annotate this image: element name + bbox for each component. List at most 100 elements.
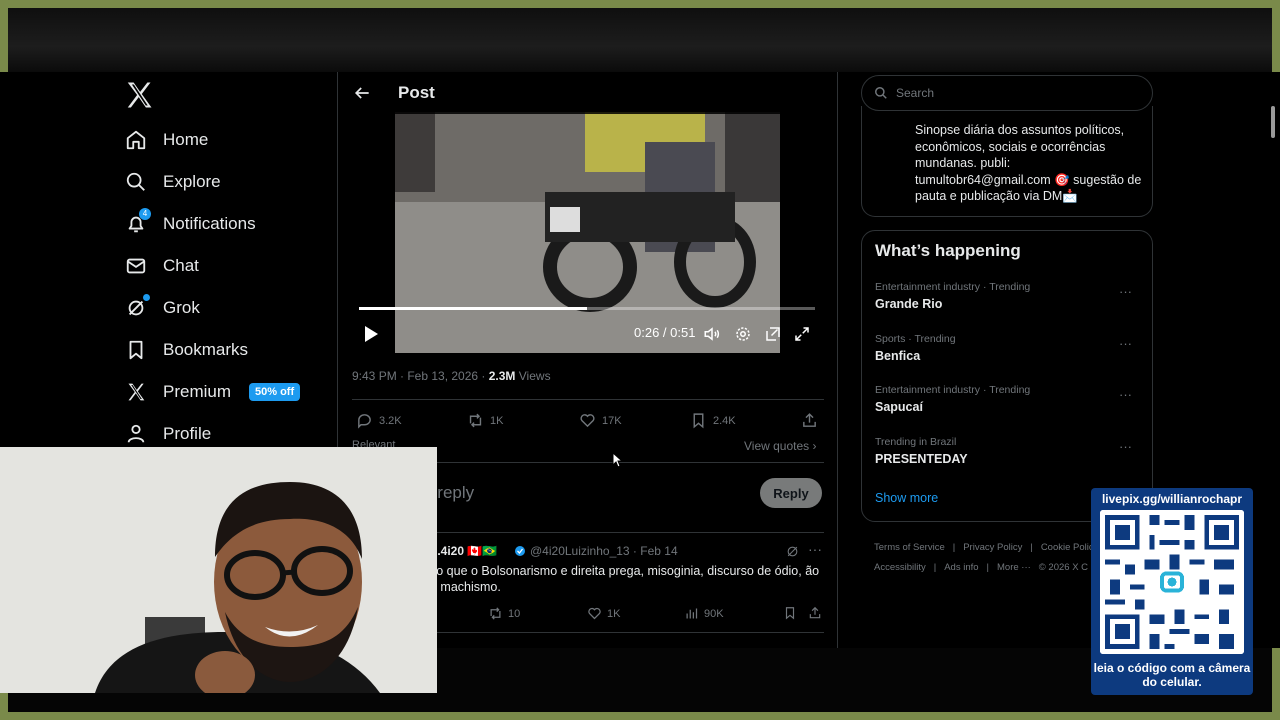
nav-label-home: Home [163,130,209,149]
footer-link[interactable]: Cookie Polic [1041,542,1094,553]
qr-caption: leia o código com a câmera do celular. [1093,661,1251,689]
show-more-link[interactable]: Show more [875,491,938,505]
nav-label-premium: Premium [163,382,232,401]
nav-item-bookmarks[interactable]: Bookmarks [120,330,248,370]
reply-views-action[interactable]: 90K [684,606,724,621]
more-options-icon[interactable]: ··· [1119,336,1132,351]
nav-label-chat: Chat [163,256,199,275]
trend-name: Sapucaí [875,400,923,414]
trend-category: Entertainment industry · Trending [875,384,1031,396]
video-player[interactable]: 0:26 / 0:51 [351,112,823,353]
reply-repost-action[interactable]: 10 [488,606,520,621]
reply-bubble-icon [358,414,371,429]
trend-name: PRESENTEDAY [875,452,968,466]
back-arrow-icon[interactable] [352,83,372,103]
x-logo-icon[interactable] [124,80,154,110]
bookmark-action[interactable]: 2.4K [690,412,736,429]
mail-icon [123,253,149,279]
fullscreen-icon[interactable] [793,325,811,343]
whats-happening-title: What’s happening [875,241,1021,260]
post-time: 9:43 PM · Feb 13, 2026 · [352,369,489,383]
trend-category: Sports · Trending [875,333,956,345]
heart-icon [580,414,595,428]
footer-link[interactable]: Privacy Policy [963,542,1022,553]
qr-code-overlay: livepix.gg/willianrochapr leia o código … [1091,488,1253,695]
grok-icon [123,294,150,321]
nav-label-bookmarks: Bookmarks [163,340,249,359]
grok-icon[interactable] [786,545,799,558]
webcam-person-image [0,447,437,693]
trend-item[interactable]: Entertainment industry · Trending Sapuca… [875,384,1140,428]
search-box[interactable] [861,75,1153,111]
repost-action[interactable]: 1K [467,412,503,429]
repost-icon [490,607,501,620]
more-options-icon[interactable]: ··· [1119,439,1132,454]
search-input[interactable] [894,85,1138,101]
reply-like-count: 1K [607,607,621,620]
reply-bookmark-action[interactable] [783,606,802,620]
nav-item-explore[interactable]: Explore [120,162,221,202]
whats-happening-card: What’s happening Entertainment industry … [861,230,1153,522]
trend-item[interactable]: Entertainment industry · Trending Grande… [875,281,1140,325]
footer-separator: | [1030,542,1033,553]
grok-new-dot [143,294,150,301]
search-icon [123,169,149,195]
share-icon [803,413,816,427]
divider [352,399,824,400]
more-options-icon[interactable]: ··· [808,541,822,557]
footer-link[interactable]: More ··· [997,562,1031,573]
trend-item[interactable]: Trending in Brazil PRESENTEDAY ··· [875,436,1140,480]
video-frame [395,112,780,353]
trend-item[interactable]: Sports · Trending Benfica ··· [875,333,1140,377]
trend-name: Grande Rio [875,297,943,311]
share-action[interactable] [801,412,824,429]
reply-author-name[interactable]: o.4i20 🇨🇦🇧🇷 [430,544,497,558]
footer-separator: | [952,542,956,553]
reply-text: so que o Bolsonarismo e direita prega, m… [430,564,820,594]
footer-separator: | [933,562,937,573]
reply-like-action[interactable]: 1K [587,606,620,621]
footer-link[interactable]: Terms of Service [874,542,945,553]
footer-copyright: © 2026 X C [1038,562,1089,573]
reply-action[interactable]: 3.2K [356,412,402,429]
nav-item-chat[interactable]: Chat [120,246,199,286]
footer-separator: | [986,562,990,573]
more-options-icon[interactable]: ··· [1119,284,1132,299]
reply-share-action[interactable] [808,606,827,620]
qr-url: livepix.gg/willianrochapr [1101,492,1243,506]
nav-item-premium[interactable]: Premium 50% off [120,372,301,412]
bookmark-icon [693,413,704,429]
premium-discount-badge: 50% off [249,383,301,401]
repost-count: 1K [490,414,504,427]
heart-icon [588,607,601,620]
nav-item-home[interactable]: Home [120,120,208,160]
video-progress-fill [359,307,587,310]
video-progress-bar[interactable] [359,307,815,310]
stream-top-band [8,8,1272,72]
like-count: 17K [602,414,622,427]
footer-link[interactable]: Ads info [944,562,978,573]
like-action[interactable]: 17K [579,412,622,429]
footer-links: Terms of Service | Privacy Policy | Cookie P… [874,538,1104,578]
trend-category: Trending in Brazil [875,436,957,448]
nav-item-grok[interactable]: Grok [120,288,200,328]
post-timestamp: 9:43 PM · Feb 13, 2026 · 2.3M Views [352,369,551,383]
footer-link[interactable]: Accessibility [874,562,926,573]
picture-in-picture-icon[interactable] [764,325,782,343]
trend-name: Benfica [875,349,921,363]
view-quotes-link[interactable]: View quotes › [744,439,817,453]
reply-button[interactable]: Reply [760,478,822,508]
scrollbar-thumb[interactable] [1271,106,1275,138]
bookmark-icon [123,337,149,363]
nav-label-notifications: Notifications [163,214,256,233]
play-icon[interactable] [363,325,379,343]
volume-icon[interactable] [703,325,721,343]
nav-item-notifications[interactable]: 4 Notifications [120,204,256,244]
nav-label-explore: Explore [163,172,221,191]
trend-category: Entertainment industry · Trending [875,281,1031,293]
more-options-icon[interactable]: ··· [1119,387,1132,402]
scrollbar[interactable] [1269,72,1277,648]
webcam-overlay [0,447,437,693]
post-views-label: Views [515,369,551,383]
settings-gear-icon[interactable] [734,325,752,343]
